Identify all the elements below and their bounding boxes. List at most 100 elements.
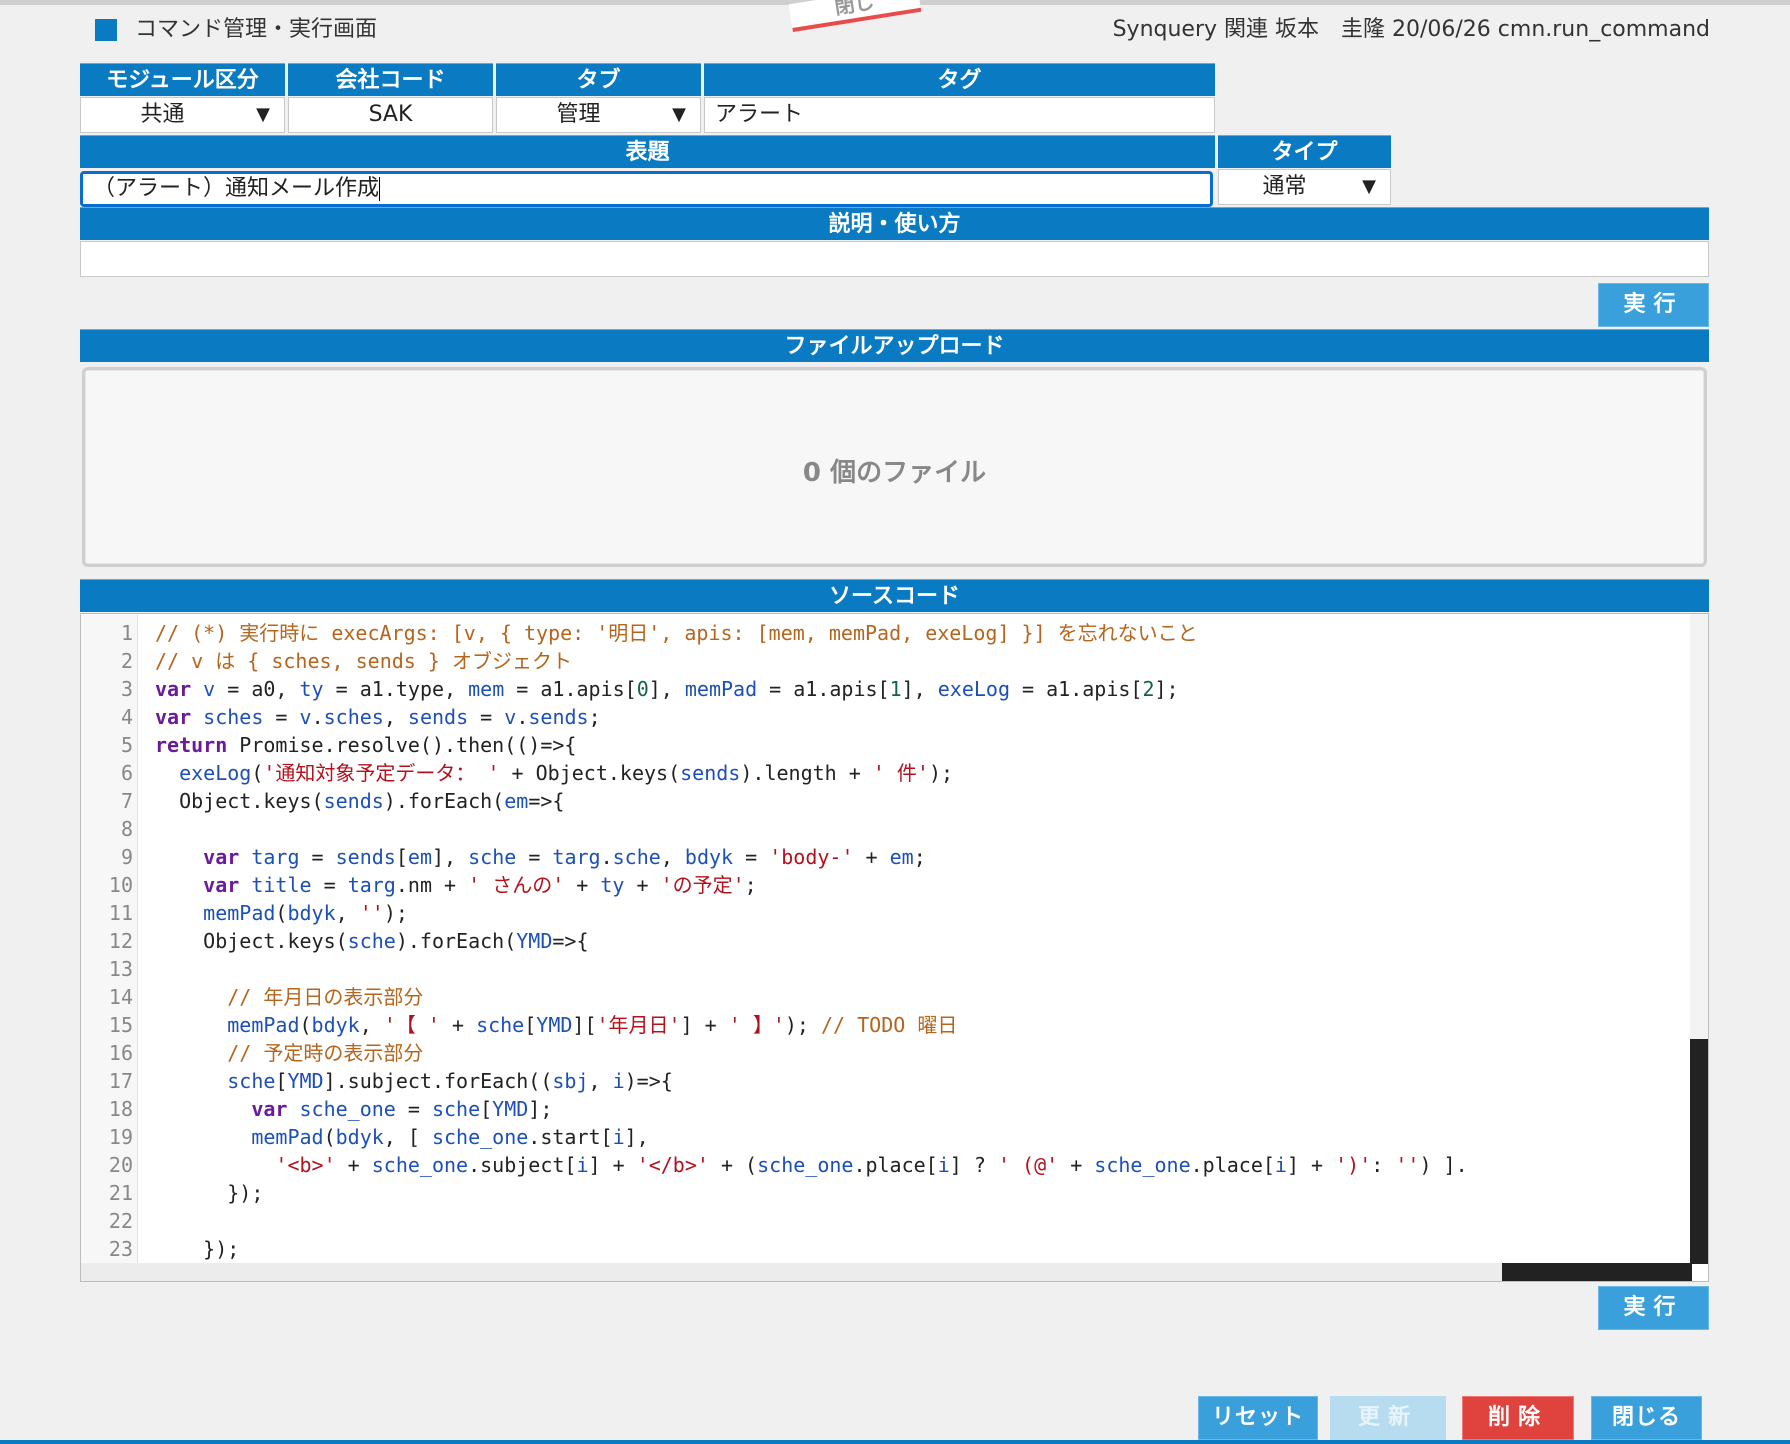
line-number: 18: [108, 1097, 133, 1121]
line-number: 16: [108, 1041, 133, 1065]
text-cursor: [379, 177, 381, 201]
type-label: タイプ: [1218, 135, 1391, 168]
horizontal-scrollbar[interactable]: [81, 1263, 1692, 1281]
description-label: 説明・使い方: [80, 207, 1709, 240]
code-text: var sche_one = sche[YMD];: [251, 1097, 553, 1121]
code-line: 9 var targ = sends[em], sche = targ.sche…: [81, 843, 1708, 871]
line-number: 20: [108, 1153, 133, 1177]
code-text: sche[YMD].subject.forEach((sbj, i)=>{: [227, 1069, 673, 1093]
code-text: // v は { sches, sends } オブジェクト: [155, 649, 572, 673]
code-text: return Promise.resolve().then(()=>{: [155, 733, 577, 757]
company-field[interactable]: SAK: [288, 97, 493, 133]
line-number: 7: [120, 789, 133, 813]
code-line: 12 Object.keys(sche).forEach(YMD=>{: [81, 927, 1708, 955]
title-label: 表題: [80, 135, 1215, 168]
code-line: 21 });: [81, 1179, 1708, 1207]
code-text: // 年月日の表示部分: [227, 985, 424, 1009]
update-button[interactable]: 更新: [1330, 1396, 1446, 1440]
company-label: 会社コード: [288, 63, 493, 96]
line-number: 1: [120, 621, 133, 645]
code-text: Object.keys(sends).forEach(em=>{: [155, 789, 565, 813]
line-number: 3: [120, 677, 133, 701]
line-number: 15: [108, 1013, 133, 1037]
file-count: 0 個のファイル: [802, 458, 987, 488]
title-input[interactable]: （アラート）通知メール作成: [80, 171, 1213, 207]
code-line: 13: [81, 955, 1708, 983]
description-field[interactable]: [80, 241, 1709, 277]
upload-label: ファイルアップロード: [80, 329, 1709, 362]
line-number: 23: [108, 1237, 133, 1261]
code-text: memPad(bdyk, [ sche_one.start[i],: [251, 1125, 649, 1149]
line-number: 9: [120, 845, 133, 869]
line-number: 8: [120, 817, 133, 841]
tag-label: タグ: [704, 63, 1215, 96]
code-line: 18 var sche_one = sche[YMD];: [81, 1095, 1708, 1123]
delete-button[interactable]: 削除: [1462, 1396, 1574, 1440]
run-button[interactable]: 実行: [1598, 283, 1709, 327]
code-line: 10 var title = targ.nm + ' さんの' + ty + '…: [81, 871, 1708, 899]
reset-button[interactable]: リセット: [1198, 1396, 1318, 1440]
line-number: 12: [108, 929, 133, 953]
line-number: 2: [120, 649, 133, 673]
chevron-down-icon: ▼: [256, 104, 270, 125]
line-number: 14: [108, 985, 133, 1009]
chevron-down-icon: ▼: [1362, 176, 1376, 197]
code-line: 23 });: [81, 1235, 1708, 1263]
close-button[interactable]: 閉じる: [1591, 1396, 1702, 1440]
code-text: var title = targ.nm + ' さんの' + ty + 'の予定…: [203, 873, 757, 897]
code-text: memPad(bdyk, '');: [203, 901, 408, 925]
page-title: コマンド管理・実行画面: [135, 17, 378, 42]
line-number: 4: [120, 705, 133, 729]
code-line: 17 sche[YMD].subject.forEach((sbj, i)=>{: [81, 1067, 1708, 1095]
code-line: 14 // 年月日の表示部分: [81, 983, 1708, 1011]
line-number: 21: [108, 1181, 133, 1205]
code-text: // (*) 実行時に execArgs: [v, { type: '明日', …: [155, 621, 1198, 645]
code-text: var v = a0, ty = a1.type, mem = a1.apis[…: [155, 677, 1179, 701]
code-line: 16 // 予定時の表示部分: [81, 1039, 1708, 1067]
tab-value: 管理: [556, 102, 601, 127]
code-line: 11 memPad(bdyk, '');: [81, 899, 1708, 927]
tab-select[interactable]: 管理 ▼: [496, 97, 701, 133]
code-line: 1 // (*) 実行時に execArgs: [v, { type: '明日',…: [81, 619, 1708, 647]
code-line: 22: [81, 1207, 1708, 1235]
line-number: 6: [120, 761, 133, 785]
code-text: });: [155, 1237, 240, 1261]
horizontal-scroll-thumb[interactable]: [1502, 1263, 1692, 1281]
code-text: memPad(bdyk, '【 ' + sche[YMD]['年月日'] + '…: [227, 1013, 958, 1037]
code-line: 8: [81, 815, 1708, 843]
app-icon: [95, 19, 117, 41]
file-dropzone[interactable]: 0 個のファイル: [82, 367, 1707, 567]
line-number: 19: [108, 1125, 133, 1149]
type-select[interactable]: 通常 ▼: [1218, 169, 1391, 205]
title-value: （アラート）通知メール作成: [93, 176, 380, 201]
code-text: '<b>' + sche_one.subject[i] + '</b>' + (…: [275, 1153, 1468, 1177]
code-line: 3 var v = a0, ty = a1.type, mem = a1.apis…: [81, 675, 1708, 703]
code-line: 2 // v は { sches, sends } オブジェクト: [81, 647, 1708, 675]
code-lines: 1 // (*) 実行時に execArgs: [v, { type: '明日',…: [81, 619, 1708, 1263]
code-text: Object.keys(sche).forEach(YMD=>{: [155, 929, 589, 953]
code-text: // 予定時の表示部分: [227, 1041, 424, 1065]
code-text: var sches = v.sches, sends = v.sends;: [155, 705, 601, 729]
code-line: 19 memPad(bdyk, [ sche_one.start[i],: [81, 1123, 1708, 1151]
line-number: 5: [120, 733, 133, 757]
source-label: ソースコード: [80, 579, 1709, 612]
module-label: モジュール区分: [80, 63, 285, 96]
code-editor[interactable]: 1 // (*) 実行時に execArgs: [v, { type: '明日',…: [80, 613, 1709, 1282]
code-text: });: [155, 1181, 264, 1205]
tab-label: タブ: [496, 63, 701, 96]
bottom-border: [0, 1440, 1790, 1444]
code-line: 15 memPad(bdyk, '【 ' + sche[YMD]['年月日'] …: [81, 1011, 1708, 1039]
code-text: var targ = sends[em], sche = targ.sche, …: [203, 845, 926, 869]
module-select[interactable]: 共通 ▼: [80, 97, 285, 133]
code-text: exeLog('通知対象予定データ： ' + Object.keys(sends…: [179, 761, 954, 785]
user-info: Synquery 関連 坂本 圭隆 20/06/26 cmn.run_comma…: [1112, 17, 1710, 42]
vertical-scrollbar[interactable]: [1690, 614, 1708, 1264]
code-line: 6 exeLog('通知対象予定データ： ' + Object.keys(sen…: [81, 759, 1708, 787]
vertical-scroll-thumb[interactable]: [1690, 1039, 1708, 1264]
run-button-bottom[interactable]: 実行: [1598, 1286, 1709, 1330]
code-line: 7 Object.keys(sends).forEach(em=>{: [81, 787, 1708, 815]
code-line: 5 return Promise.resolve().then(()=>{: [81, 731, 1708, 759]
tag-field[interactable]: アラート: [704, 97, 1215, 133]
line-number: 11: [108, 901, 133, 925]
code-line: 4 var sches = v.sches, sends = v.sends;: [81, 703, 1708, 731]
